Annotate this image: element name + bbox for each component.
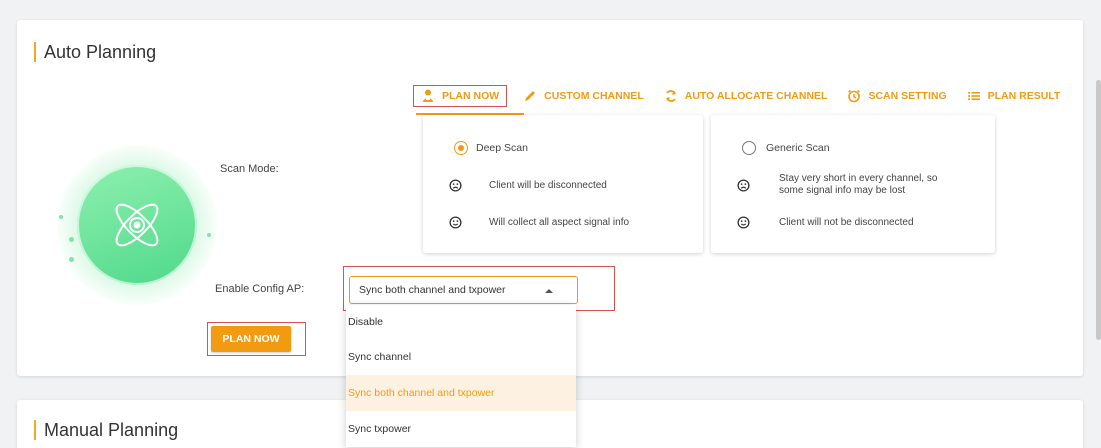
manual-planning-title: Manual Planning (34, 420, 178, 440)
pencil-icon (523, 89, 537, 103)
list-icon (967, 89, 981, 103)
plan-now-button[interactable]: PLAN NOW (211, 326, 291, 352)
menu-item-sync-channel[interactable]: Sync channel (346, 339, 576, 375)
decor-dot (207, 233, 211, 237)
generic-scan-title: Generic Scan (766, 142, 830, 154)
generic-scan-info: some signal info may be lost (779, 185, 906, 196)
decor-dot (69, 257, 74, 262)
tab-auto-allocate-channel[interactable]: AUTO ALLOCATE CHANNEL (664, 89, 828, 103)
scan-illustration (57, 145, 217, 305)
menu-item-sync-both[interactable]: Sync both channel and txpower (346, 375, 576, 411)
scrollbar[interactable] (1096, 80, 1101, 340)
tab-label: PLAN RESULT (987, 90, 1061, 102)
generic-scan-info: Stay very short in every channel, so (779, 173, 938, 184)
atom-badge (77, 165, 197, 285)
generic-scan-info: Client will not be disconnected (779, 217, 914, 228)
tab-custom-channel[interactable]: CUSTOM CHANNEL (523, 89, 644, 103)
deep-scan-title: Deep Scan (476, 142, 528, 154)
tab-scan-setting[interactable]: SCAN SETTING (847, 89, 947, 103)
atom-icon (115, 203, 159, 247)
deep-scan-option[interactable]: Deep Scan Client will be disconnected Wi… (423, 115, 703, 253)
deep-scan-info: Will collect all aspect signal info (489, 217, 630, 228)
tab-label: AUTO ALLOCATE CHANNEL (684, 90, 828, 102)
deep-scan-info: Client will be disconnected (489, 180, 607, 191)
happy-face-icon (449, 216, 462, 229)
plan-tabs: PLAN NOW CUSTOM CHANNEL AUTO ALLOCATE CH… (407, 85, 1080, 107)
sad-face-icon (737, 179, 750, 192)
decor-dot (59, 215, 63, 219)
happy-face-icon (737, 216, 750, 229)
scan-mode-label: Scan Mode: (220, 163, 279, 175)
auto-planning-title: Auto Planning (34, 42, 156, 62)
tab-plan-now[interactable]: PLAN NOW (412, 85, 508, 107)
alarm-icon (847, 89, 861, 103)
tab-label: CUSTOM CHANNEL (544, 90, 644, 102)
decor-dot (69, 237, 74, 242)
select-value: Sync both channel and txpower (359, 284, 506, 296)
tab-plan-result[interactable]: PLAN RESULT (967, 89, 1061, 103)
generic-scan-option[interactable]: Generic Scan Stay very short in every ch… (711, 115, 995, 253)
caret-up-icon (545, 289, 553, 293)
generic-scan-radio[interactable] (742, 141, 756, 155)
tab-label: SCAN SETTING (868, 90, 947, 102)
tab-label: PLAN NOW (442, 90, 500, 102)
enable-config-ap-select[interactable]: Sync both channel and txpower (349, 276, 578, 304)
deep-scan-radio[interactable] (454, 141, 468, 155)
person-icon (421, 89, 435, 103)
menu-item-disable[interactable]: Disable (346, 305, 576, 339)
refresh-icon (664, 89, 678, 103)
enable-config-ap-menu: Disable Sync channel Sync both channel a… (346, 305, 576, 447)
menu-item-sync-txpower[interactable]: Sync txpower (346, 411, 576, 447)
sad-face-icon (449, 179, 462, 192)
enable-config-ap-label: Enable Config AP: (215, 283, 305, 295)
